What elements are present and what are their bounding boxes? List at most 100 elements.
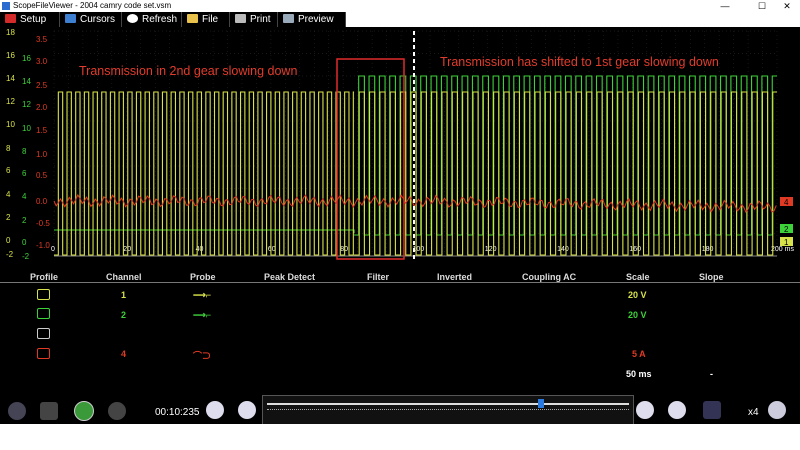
cursors-icon — [65, 14, 76, 23]
x-tick-label: 120 — [485, 246, 497, 253]
profile-eye-icon[interactable] — [37, 289, 50, 300]
y-tick-ch2: 16 — [22, 54, 31, 63]
print-icon — [235, 14, 246, 23]
y-tick-ch1: 16 — [6, 51, 15, 60]
scale-value[interactable]: 20 V — [628, 310, 647, 320]
y-tick-ch1: 12 — [6, 97, 15, 106]
refresh-label: Refresh — [142, 14, 178, 25]
toolbar: Setup Cursors Refresh File Print Preview — [0, 12, 800, 27]
step-back-icon[interactable] — [238, 401, 256, 419]
bottom-margin — [0, 424, 800, 450]
x-tick-label: 0 — [51, 246, 55, 253]
waveform-ch1-1st-gear — [354, 91, 777, 256]
profile-eye-icon[interactable] — [37, 328, 50, 339]
y-tick-ch1: -2 — [6, 250, 14, 259]
y-tick-ch2: 6 — [22, 169, 27, 178]
zoom-level: x4 — [748, 407, 759, 418]
x-tick-label: 160 — [629, 246, 641, 253]
minimize-button[interactable]: — — [712, 0, 738, 12]
channel-marker-label: 4 — [784, 198, 789, 207]
y-tick-ch4: 2.0 — [36, 103, 48, 112]
y-tick-ch4: 3.0 — [36, 57, 48, 66]
header-channel: Channel — [106, 272, 142, 282]
channel-marker-label: 2 — [784, 225, 789, 234]
preview-label: Preview — [298, 14, 334, 25]
play-icon[interactable] — [74, 401, 94, 421]
x-tick-label: 180 — [702, 246, 714, 253]
y-tick-ch2: 14 — [22, 77, 31, 86]
y-tick-ch4: -0.5 — [36, 219, 50, 228]
playback-time: 00:10:235 — [155, 407, 200, 418]
setup-button[interactable]: Setup — [0, 12, 60, 27]
y-tick-ch2: 10 — [22, 124, 31, 133]
x-tick-label: 200 ms — [771, 246, 794, 253]
y-tick-ch4: 2.5 — [36, 81, 48, 90]
forward-fast-icon[interactable] — [668, 401, 686, 419]
timebase-value[interactable]: 50 ms — [626, 369, 652, 379]
settings-icon[interactable] — [8, 402, 26, 420]
maximize-button[interactable]: ☐ — [749, 0, 775, 12]
search-icon[interactable] — [768, 401, 786, 419]
voltage-probe-icon[interactable]: ⟶⌐ — [193, 310, 211, 321]
timeline-scrubber[interactable] — [262, 395, 634, 425]
scale-value[interactable]: 5 A — [632, 349, 646, 359]
x-tick-label: 60 — [268, 246, 276, 253]
timeline-thumb[interactable] — [537, 399, 544, 408]
cursors-button[interactable]: Cursors — [60, 12, 122, 27]
y-tick-ch2: 12 — [22, 100, 31, 109]
profile-eye-icon[interactable] — [37, 348, 50, 359]
voltage-probe-icon[interactable]: ⟶⌐ — [193, 290, 211, 301]
y-tick-ch1: 2 — [6, 213, 11, 222]
app-icon — [2, 2, 10, 10]
y-tick-ch1: 4 — [6, 190, 11, 199]
y-tick-ch4: 0.0 — [36, 197, 48, 206]
title-bar: ScopeFileViewer - 2004 camry code set.vs… — [0, 0, 800, 12]
y-tick-ch1: 10 — [6, 120, 15, 129]
stop-icon[interactable] — [40, 402, 58, 420]
folder-icon — [187, 14, 198, 23]
y-tick-ch4: 0.5 — [36, 171, 48, 180]
scale-value[interactable]: 20 V — [628, 290, 647, 300]
y-tick-ch4: 1.5 — [36, 126, 48, 135]
channel-markers: 4 2 1 — [780, 197, 793, 247]
current-clamp-icon[interactable]: ⌒⊃ — [193, 349, 211, 362]
file-button[interactable]: File — [182, 12, 230, 27]
preview-button[interactable]: Preview — [278, 12, 346, 27]
slope-value[interactable]: - — [710, 369, 713, 379]
channel-settings-panel: Profile Channel Probe Peak Detect Filter… — [0, 260, 800, 425]
y-tick-ch4: 3.5 — [36, 35, 48, 44]
y-tick-ch2: 4 — [22, 192, 27, 201]
channel-number: 1 — [121, 290, 127, 300]
record-icon[interactable] — [108, 402, 126, 420]
rewind-fast-icon[interactable] — [206, 401, 224, 419]
y-tick-ch1: 0 — [6, 236, 11, 245]
y-tick-ch1: 14 — [6, 74, 15, 83]
setup-label: Setup — [20, 14, 47, 25]
y-axes: 18 16 14 12 10 8 6 4 2 0 -2 16 14 12 10 8 6 4 2 0 -2 3.5 3.0 2.… — [6, 28, 50, 260]
y-tick-ch2: 8 — [22, 147, 27, 156]
refresh-button[interactable]: Refresh — [122, 12, 182, 27]
zoom-fit-icon[interactable] — [703, 401, 721, 419]
header-filter: Filter — [367, 272, 390, 282]
waveforms — [53, 75, 777, 256]
channel-number: 2 — [121, 310, 127, 320]
preview-icon — [283, 14, 294, 23]
annotation-1st-gear: Transmission has shifted to 1st gear slo… — [440, 55, 719, 69]
print-label: Print — [250, 14, 271, 25]
header-divider — [0, 282, 800, 283]
print-button[interactable]: Print — [230, 12, 278, 27]
step-forward-icon[interactable] — [636, 401, 654, 419]
header-scale: Scale — [626, 272, 650, 282]
profile-eye-icon[interactable] — [37, 308, 50, 319]
y-tick-ch2: 0 — [22, 238, 27, 247]
scope-display[interactable]: 18 16 14 12 10 8 6 4 2 0 -2 16 14 12 10 8 6 4 2 0 -2 3.5 3.0 2.… — [0, 27, 800, 260]
annotation-2nd-gear: Transmission in 2nd gear slowing down — [79, 64, 298, 78]
close-button[interactable]: ✕ — [774, 0, 800, 12]
waveform-ch2-flat — [54, 229, 355, 233]
channel-marker-label: 1 — [784, 238, 789, 247]
y-tick-ch2: 2 — [22, 216, 27, 225]
y-tick-ch1: 6 — [6, 166, 11, 175]
header-probe: Probe — [190, 272, 216, 282]
x-tick-label: 140 — [557, 246, 569, 253]
y-tick-ch1: 18 — [6, 28, 15, 37]
